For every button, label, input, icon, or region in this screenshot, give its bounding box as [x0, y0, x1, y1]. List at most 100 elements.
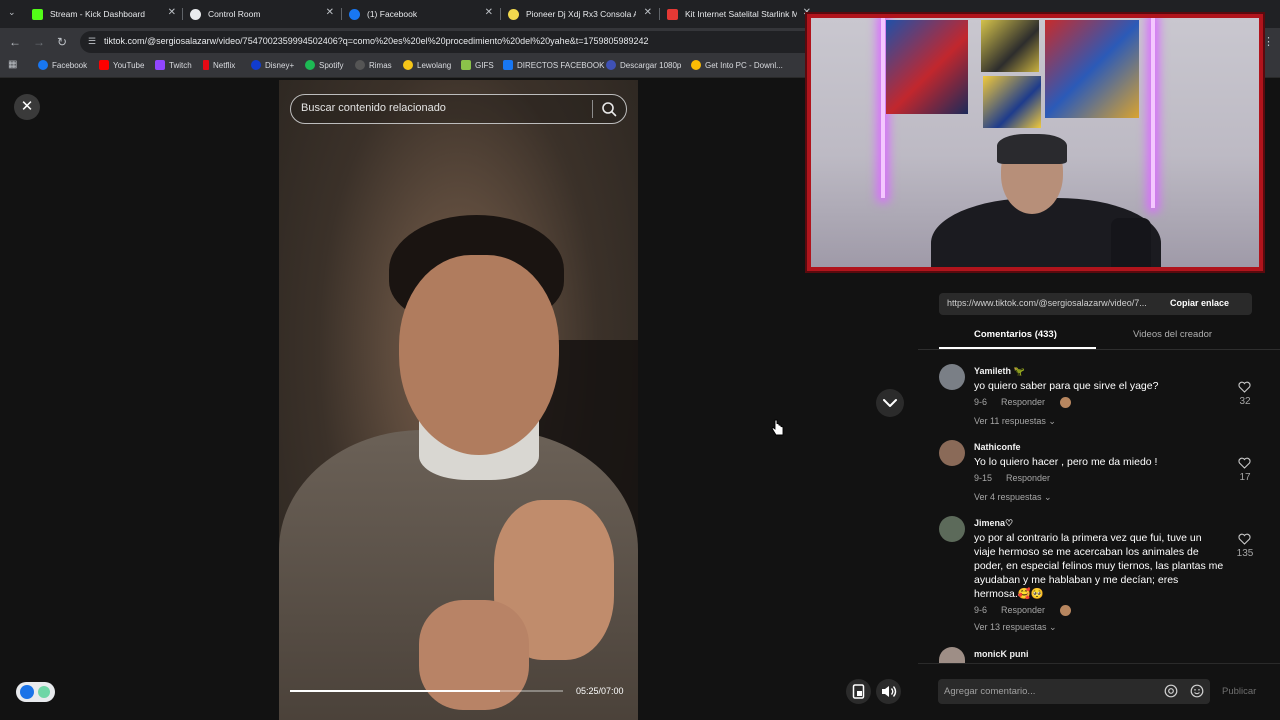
creator-liked-icon — [1059, 605, 1071, 617]
bookmark-label: Spotify — [319, 60, 344, 70]
volume-button[interactable] — [876, 679, 901, 704]
comment-date: 9-15 — [974, 473, 993, 483]
neon-light-left — [881, 18, 885, 198]
publish-button[interactable]: Publicar — [1222, 686, 1256, 697]
bookmark-gifs[interactable]: GIFS — [461, 60, 494, 70]
like-count: 135 — [1236, 548, 1254, 559]
browser-tab-facebook[interactable]: (1) Facebook ✕ — [345, 3, 497, 25]
emoji-icon[interactable] — [1190, 684, 1204, 698]
browser-tab-starlink[interactable]: Kit Internet Satelital Starlink Mi ✕ — [663, 3, 815, 25]
bookmark-twitch[interactable]: Twitch — [155, 60, 192, 70]
bookmark-youtube[interactable]: YouTube — [99, 60, 144, 70]
bookmark-label: Netflix — [213, 60, 236, 70]
wolverine-poster-top — [981, 20, 1039, 72]
spotify-icon — [305, 60, 315, 70]
search-divider — [592, 100, 593, 118]
avatar[interactable] — [939, 440, 965, 466]
tab-title: Kit Internet Satelital Starlink Mi — [685, 9, 797, 19]
tab-comments[interactable]: Comentarios (433) — [974, 329, 1057, 340]
tab-title: Control Room — [208, 9, 261, 19]
bookmark-label: GIFS — [475, 60, 494, 70]
browser-tab-kick[interactable]: Stream - Kick Dashboard ✕ — [28, 3, 180, 25]
spiderman-poster-right — [1045, 20, 1139, 118]
like-count: 32 — [1239, 396, 1251, 407]
view-replies-button[interactable]: Ver 11 respuestas ⌄ — [974, 416, 1056, 427]
kick-icon — [32, 8, 43, 20]
forward-arrow-icon[interactable]: → — [33, 35, 45, 49]
copy-link-button[interactable]: Copiar enlace — [1170, 298, 1229, 308]
comment-text: Yo lo quiero hacer , pero me da miedo ! — [974, 456, 1158, 468]
close-button[interactable]: ✕ — [14, 94, 40, 120]
view-replies-button[interactable]: Ver 4 respuestas ⌄ — [974, 492, 1052, 503]
related-search-input[interactable]: Buscar contenido relacionado — [301, 102, 446, 114]
browser-tab-pioneer[interactable]: Pioneer Dj Xdj Rx3 Consola All I ✕ — [504, 3, 656, 25]
comment-username[interactable]: Nathiconfe — [974, 442, 1021, 452]
url-text[interactable]: tiktok.com/@sergiosalazarw/video/7547002… — [104, 36, 649, 46]
heart-icon[interactable] — [1238, 533, 1251, 545]
close-tab-icon[interactable]: ✕ — [326, 7, 334, 18]
disney-icon — [251, 60, 261, 70]
streamer-cap — [997, 134, 1067, 164]
close-tab-icon[interactable]: ✕ — [168, 7, 176, 18]
next-video-button[interactable] — [876, 389, 904, 417]
bookmark-netflix[interactable]: Netflix — [203, 60, 235, 70]
comment-username[interactable]: Yamileth 🦖 — [974, 366, 1025, 377]
bookmark-facebook[interactable]: Facebook — [38, 60, 87, 70]
bookmark-spotify[interactable]: Spotify — [305, 60, 343, 70]
comment-meta: 9-6 Responder — [974, 397, 1071, 409]
close-tab-icon[interactable]: ✕ — [644, 7, 652, 18]
video-player[interactable] — [279, 80, 638, 720]
heart-icon[interactable] — [1238, 381, 1251, 393]
comment-text: yo quiero saber para que sirve el yage? — [974, 380, 1159, 392]
extension-widget[interactable] — [16, 682, 55, 702]
reload-icon[interactable]: ↻ — [57, 35, 67, 49]
tab-divider — [182, 8, 183, 20]
mercadolibre-icon — [508, 8, 519, 20]
reply-button[interactable]: Responder — [1006, 473, 1050, 483]
share-link-text[interactable]: https://www.tiktok.com/@sergiosalazarw/v… — [947, 298, 1167, 308]
bookmark-disney[interactable]: Disney+ — [251, 60, 294, 70]
heart-icon[interactable] — [1238, 457, 1251, 469]
reply-button[interactable]: Responder — [1001, 397, 1045, 407]
bookmark-label: Lewolang — [417, 60, 452, 70]
bookmark-directos-facebook[interactable]: DIRECTOS FACEBOOK — [503, 60, 604, 70]
comment-bar-divider — [918, 663, 1280, 664]
bookmark-rimas[interactable]: Rimas — [355, 60, 392, 70]
facebook-icon — [38, 60, 48, 70]
mention-icon[interactable] — [1164, 684, 1178, 698]
site-info-icon[interactable]: ☰ — [88, 36, 96, 47]
browser-menu-icon[interactable]: ⋮ — [1263, 35, 1274, 48]
avatar[interactable] — [939, 364, 965, 390]
comment-username[interactable]: monicK puni — [974, 649, 1029, 659]
like-count: 17 — [1239, 472, 1251, 483]
wolverine-poster-bottom — [983, 76, 1041, 128]
bookmark-descargar[interactable]: Descargar 1080p — [606, 60, 681, 70]
comment-text: yo por al contrario la primera vez que f… — [974, 532, 1224, 600]
reply-button[interactable]: Responder — [1001, 605, 1045, 615]
close-tab-icon[interactable]: ✕ — [485, 7, 493, 18]
status-badge-icon — [38, 686, 50, 698]
g-icon — [691, 60, 701, 70]
apps-grid-icon[interactable]: ▦ — [8, 59, 17, 70]
tab-search-chevron-icon[interactable]: ⌄ — [8, 7, 16, 18]
rimas-icon — [355, 60, 365, 70]
tab-title: (1) Facebook — [367, 9, 418, 19]
bookmark-lewolang[interactable]: Lewolang — [403, 60, 451, 70]
back-arrow-icon[interactable]: ← — [9, 35, 21, 49]
search-icon[interactable] — [601, 101, 617, 117]
gifs-icon — [461, 60, 471, 70]
view-replies-button[interactable]: Ver 13 respuestas ⌄ — [974, 622, 1057, 633]
bookmark-label: Rimas — [369, 60, 392, 70]
tab-creator-videos[interactable]: Videos del creador — [1133, 329, 1212, 340]
play-badge-icon — [20, 685, 34, 699]
avatar[interactable] — [939, 516, 965, 542]
browser-tab-control-room[interactable]: Control Room ✕ — [186, 3, 338, 25]
floating-player-button[interactable] — [846, 679, 871, 704]
lewolang-icon — [403, 60, 413, 70]
bookmark-label: Twitch — [169, 60, 192, 70]
picture-in-picture-icon — [852, 684, 865, 699]
tab-divider — [659, 8, 660, 20]
youtube-icon — [99, 60, 109, 70]
comment-username[interactable]: Jimena♡ — [974, 518, 1013, 529]
bookmark-get-into-pc[interactable]: Get Into PC - Downl... — [691, 60, 783, 70]
